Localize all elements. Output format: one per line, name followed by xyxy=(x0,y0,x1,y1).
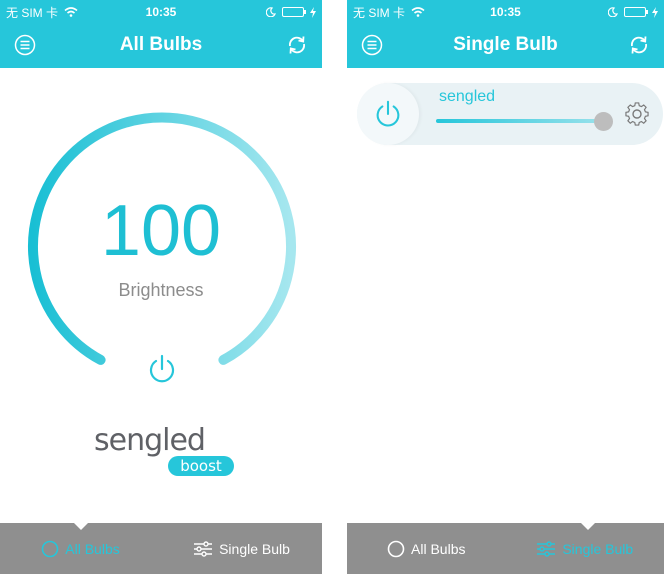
tab-single-bulb[interactable]: Single Bulb xyxy=(161,523,322,574)
tab-label: All Bulbs xyxy=(411,540,466,557)
tab-all-bulbs[interactable]: All Bulbs xyxy=(0,523,161,574)
nav-bar: All Bulbs xyxy=(0,24,322,68)
refresh-icon[interactable] xyxy=(286,34,308,56)
tab-all-bulbs[interactable]: All Bulbs xyxy=(347,523,506,574)
svg-text:sengled: sengled xyxy=(94,423,205,458)
slider-thumb[interactable] xyxy=(593,112,613,131)
nav-bar: Single Bulb xyxy=(347,24,664,68)
bulb-name: sengled xyxy=(439,88,496,105)
tab-label: Single Bulb xyxy=(219,540,290,557)
gear-icon[interactable] xyxy=(623,100,651,128)
status-bar: 无 SIM 卡 10:35 xyxy=(347,0,664,24)
battery-icon xyxy=(282,7,306,17)
active-tab-indicator xyxy=(73,522,89,530)
tab-bar: All Bulbs Single Bulb xyxy=(0,522,322,574)
svg-text:boost: boost xyxy=(180,457,222,475)
tab-bar: All Bulbs Single Bulb xyxy=(347,522,664,574)
status-time: 10:35 xyxy=(145,5,177,19)
bulb-power-button[interactable] xyxy=(357,83,419,145)
refresh-icon[interactable] xyxy=(628,34,650,56)
bulb-icon xyxy=(387,540,405,557)
power-icon[interactable] xyxy=(145,352,179,386)
bulb-row[interactable]: sengled xyxy=(357,83,663,145)
sliders-icon xyxy=(194,540,213,557)
status-time: 10:35 xyxy=(490,5,521,19)
power-icon xyxy=(376,100,400,127)
brightness-value: 100 xyxy=(100,191,222,271)
bulb-icon xyxy=(41,540,59,557)
page-title: Single Bulb xyxy=(453,34,558,55)
sliders-icon xyxy=(537,540,556,557)
page-title: All Bulbs xyxy=(119,34,203,55)
active-tab-indicator xyxy=(580,522,596,530)
battery-icon xyxy=(624,7,648,17)
tab-label: Single Bulb xyxy=(562,540,634,557)
brightness-slider[interactable] xyxy=(436,119,612,123)
tab-label: All Bulbs xyxy=(65,540,120,557)
brightness-label: Brightness xyxy=(118,280,204,300)
tab-single-bulb[interactable]: Single Bulb xyxy=(506,523,664,574)
status-bar: 无 SIM 卡 10:35 xyxy=(0,0,322,24)
single-bulb-screen: 无 SIM 卡 10:35 Single Bulb sengled All Bu… xyxy=(347,0,664,574)
sengled-boost-logo: sengled boost xyxy=(94,423,234,476)
all-bulbs-screen: 无 SIM 卡 10:35 All Bulbs 100 Brightness s… xyxy=(0,0,322,574)
